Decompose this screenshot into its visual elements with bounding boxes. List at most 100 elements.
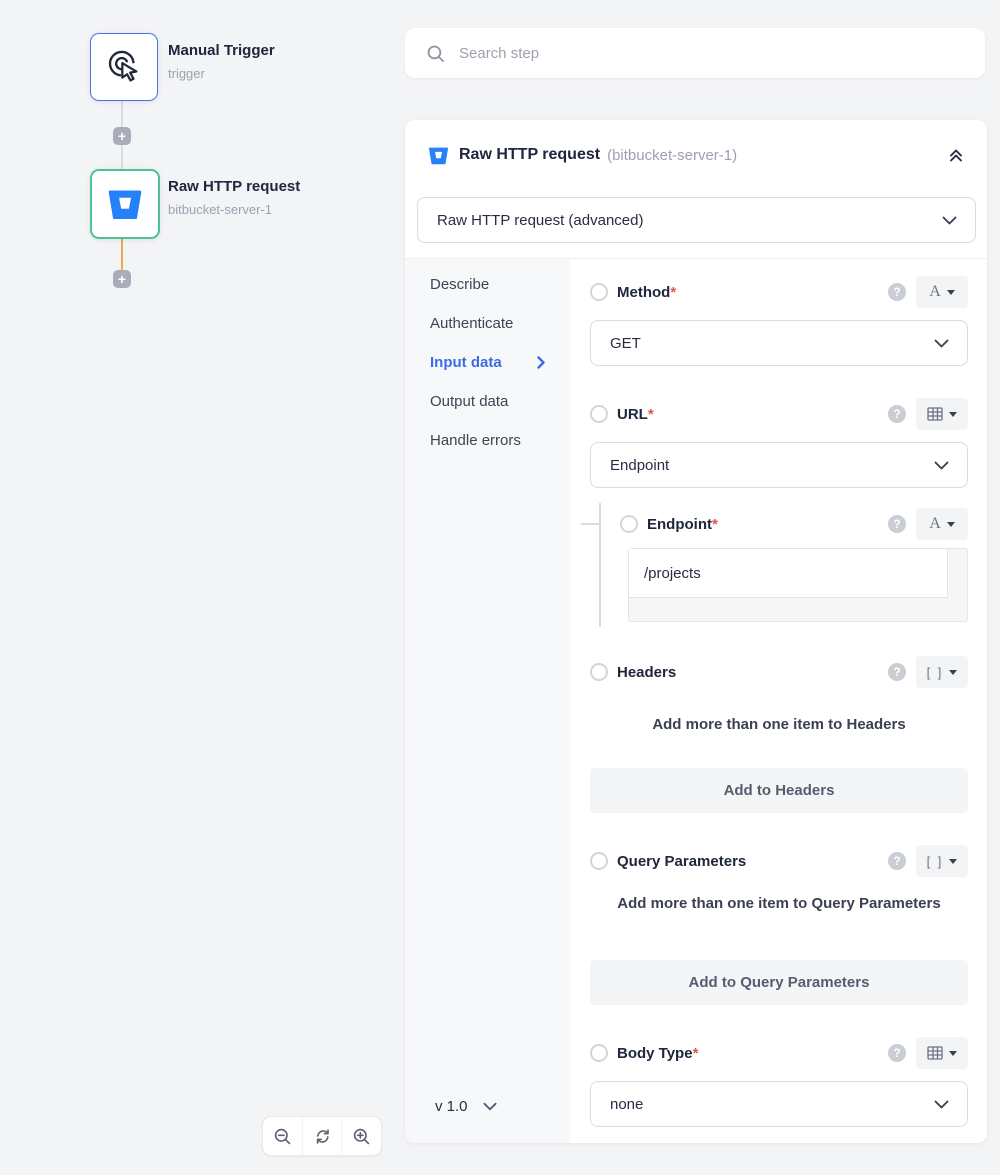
table-type-icon	[927, 1046, 943, 1060]
url-radio[interactable]	[590, 405, 608, 423]
body-type-select[interactable]: none	[590, 1081, 968, 1127]
field-endpoint: Endpoint* ? A	[620, 508, 968, 540]
endpoint-radio[interactable]	[620, 515, 638, 533]
reset-zoom-button[interactable]	[302, 1117, 342, 1155]
help-icon[interactable]: ?	[888, 663, 906, 681]
help-icon[interactable]: ?	[888, 515, 906, 533]
node-subtitle: trigger	[168, 66, 205, 81]
version-label: v 1.0	[435, 1098, 468, 1115]
method-type-chip[interactable]: A	[916, 276, 968, 308]
caret-down-icon	[949, 412, 957, 417]
url-type-chip[interactable]	[916, 398, 968, 430]
url-label: URL*	[617, 406, 654, 423]
caret-down-icon	[949, 670, 957, 675]
chevron-down-icon	[483, 1102, 497, 1111]
body-type-value: none	[610, 1096, 643, 1113]
zoom-out-icon	[273, 1127, 292, 1146]
endpoint-input-wrap	[629, 549, 948, 598]
collapse-panel-button[interactable]	[947, 146, 965, 164]
field-query-parameters: Query Parameters ? [ ]	[590, 845, 968, 877]
required-mark: *	[648, 406, 654, 423]
tab-output-data[interactable]: Output data	[430, 382, 555, 421]
node-manual-trigger[interactable]	[90, 33, 158, 101]
field-headers: Headers ? [ ]	[590, 656, 968, 688]
node-subtitle: bitbucket-server-1	[168, 202, 272, 217]
bitbucket-icon	[428, 145, 449, 166]
chevron-down-icon	[934, 461, 949, 470]
tab-input-data[interactable]: Input data	[430, 343, 555, 382]
help-icon[interactable]: ?	[888, 852, 906, 870]
headers-type-chip[interactable]: [ ]	[916, 656, 968, 688]
bitbucket-icon	[107, 186, 143, 222]
body-type-radio[interactable]	[590, 1044, 608, 1062]
zoom-out-button[interactable]	[263, 1117, 302, 1155]
endpoint-input[interactable]	[629, 549, 947, 597]
zoom-in-icon	[352, 1127, 371, 1146]
plus-icon: +	[118, 129, 126, 143]
query-parameters-helper-text: Add more than one item to Query Paramete…	[590, 891, 968, 916]
canvas-zoom-toolbar	[262, 1116, 382, 1156]
body-type-type-chip[interactable]	[916, 1037, 968, 1069]
chevron-down-icon	[942, 216, 957, 225]
url-value: Endpoint	[610, 457, 669, 474]
tab-handle-errors[interactable]: Handle errors	[430, 421, 555, 460]
plus-icon: +	[118, 272, 126, 286]
caret-down-icon	[949, 859, 957, 864]
tree-indent-line	[599, 503, 601, 627]
chevron-down-icon	[934, 1100, 949, 1109]
workflow-builder: Manual Trigger trigger + Raw HTTP reques…	[0, 0, 1000, 1175]
headers-helper-text: Add more than one item to Headers	[590, 712, 968, 737]
panel-header: Raw HTTP request (bitbucket-server-1)	[428, 143, 965, 167]
operation-select[interactable]: Raw HTTP request (advanced)	[417, 197, 976, 243]
add-to-headers-button[interactable]: Add to Headers	[590, 768, 968, 813]
table-type-icon	[927, 407, 943, 421]
query-parameters-radio[interactable]	[590, 852, 608, 870]
tab-authenticate[interactable]: Authenticate	[430, 304, 555, 343]
panel-subtitle: (bitbucket-server-1)	[607, 147, 737, 164]
refresh-icon	[313, 1127, 332, 1146]
search-step-bar	[405, 28, 985, 78]
caret-down-icon	[949, 1051, 957, 1056]
version-selector[interactable]: v 1.0	[435, 1098, 497, 1115]
required-mark: *	[670, 284, 676, 301]
node-title: Raw HTTP request	[168, 178, 300, 195]
node-title: Manual Trigger	[168, 42, 275, 59]
node-raw-http-request[interactable]	[90, 169, 160, 239]
method-radio[interactable]	[590, 283, 608, 301]
chevron-right-icon	[537, 356, 545, 369]
chevron-down-icon	[934, 339, 949, 348]
field-url: URL* ?	[590, 398, 968, 430]
help-icon[interactable]: ?	[888, 1044, 906, 1062]
step-config-panel: Raw HTTP request (bitbucket-server-1) Ra…	[405, 120, 987, 1143]
endpoint-label: Endpoint*	[647, 516, 718, 533]
headers-radio[interactable]	[590, 663, 608, 681]
add-to-query-parameters-button[interactable]: Add to Query Parameters	[590, 960, 968, 1005]
endpoint-type-chip[interactable]: A	[916, 508, 968, 540]
method-label: Method*	[617, 284, 676, 301]
method-select[interactable]: GET	[590, 320, 968, 366]
operation-select-value: Raw HTTP request (advanced)	[437, 212, 643, 229]
list-type-icon: [ ]	[927, 665, 944, 680]
body-type-label: Body Type*	[617, 1045, 698, 1062]
add-step-button[interactable]: +	[113, 127, 131, 145]
double-chevron-up-icon	[947, 146, 965, 164]
url-select[interactable]: Endpoint	[590, 442, 968, 488]
tab-describe[interactable]: Describe	[430, 265, 555, 304]
help-icon[interactable]: ?	[888, 405, 906, 423]
query-parameters-label: Query Parameters	[617, 853, 746, 870]
query-parameters-type-chip[interactable]: [ ]	[916, 845, 968, 877]
field-method: Method* ? A	[590, 276, 968, 308]
text-type-icon: A	[929, 283, 941, 301]
endpoint-editor	[628, 548, 968, 622]
search-icon	[426, 44, 445, 63]
required-mark: *	[712, 516, 718, 533]
tree-indent-line	[581, 523, 599, 525]
add-step-button[interactable]: +	[113, 270, 131, 288]
help-icon[interactable]: ?	[888, 283, 906, 301]
connector-line-orange	[121, 237, 123, 271]
panel-title: Raw HTTP request	[459, 146, 600, 164]
search-step-input[interactable]	[457, 44, 985, 63]
list-type-icon: [ ]	[927, 854, 944, 869]
field-body-type: Body Type* ?	[590, 1037, 968, 1069]
zoom-in-button[interactable]	[341, 1117, 381, 1155]
